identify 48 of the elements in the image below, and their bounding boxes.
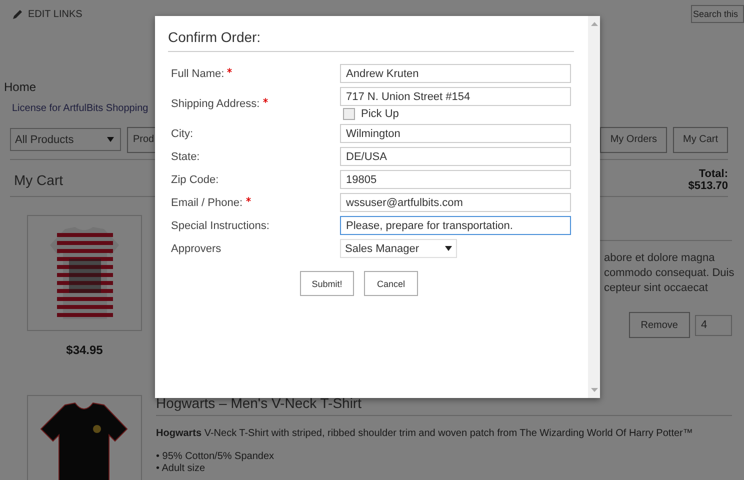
- feature-text: • Adult size: [156, 463, 206, 475]
- caret-icon: [107, 137, 114, 142]
- text-field[interactable]: wssuser@artfulbits.com: [340, 193, 571, 212]
- description-text: cepteur sint occaecat: [604, 281, 709, 296]
- required-asterisk-icon: [227, 68, 232, 72]
- approvers-dropdown[interactable]: Sales Manager: [340, 239, 457, 258]
- total-amount: $513.70: [688, 180, 728, 192]
- cart-title: My Cart: [14, 172, 63, 188]
- search-field[interactable]: Search this: [691, 5, 744, 23]
- field-label: Full Name:: [171, 64, 340, 84]
- feature-text: • 95% Cotton/5% Spandex: [156, 451, 276, 463]
- dialog-button[interactable]: Submit!: [300, 271, 354, 296]
- product-description: Hogwarts V-Neck T-Shirt with striped, ribbed shoulder trim and woven patch from The Wizarding World Of Harry Potter™: [156, 428, 694, 439]
- edit-links-link[interactable]: EDIT LINKS: [28, 8, 82, 20]
- toolbar-button[interactable]: My Cart: [673, 126, 728, 152]
- pencil-icon: [12, 8, 23, 20]
- category-dropdown[interactable]: All Products: [10, 128, 121, 151]
- text-field[interactable]: DE/USA: [340, 147, 571, 166]
- field-label: Approvers: [171, 242, 222, 256]
- product-title: Hogwarts – Men's V-Neck T-Shirt: [156, 395, 362, 413]
- scrollbar[interactable]: [588, 16, 600, 398]
- text-field[interactable]: Wilmington: [340, 124, 571, 143]
- field-label: State:: [171, 150, 201, 164]
- text-field[interactable]: 717 N. Union Street #154: [340, 87, 571, 106]
- checkbox[interactable]: [343, 108, 355, 120]
- item-price: $34.95: [65, 343, 104, 357]
- remove-button[interactable]: Remove: [628, 312, 690, 338]
- field-label: Email / Phone:: [171, 192, 340, 212]
- scroll-up-icon[interactable]: [590, 22, 598, 26]
- text-field[interactable]: 19805: [340, 170, 571, 189]
- description-text: abore et dolore magna: [604, 251, 716, 266]
- dialog-button[interactable]: Cancel: [364, 271, 418, 296]
- toolbar-button[interactable]: My Orders: [600, 126, 667, 152]
- scroll-down-icon[interactable]: [590, 388, 598, 392]
- field-label: City:: [171, 126, 194, 142]
- quantity-field[interactable]: 4: [695, 314, 732, 336]
- field-label: Zip Code:: [171, 172, 220, 188]
- text-field[interactable]: Please, prepare for transportation.: [340, 216, 571, 235]
- dialog-title: Confirm Order:: [168, 29, 574, 52]
- description-text: commodo consequat. Duis: [604, 266, 732, 281]
- field-label: Shipping Address:: [171, 94, 340, 114]
- total-label: Total:: [698, 168, 728, 180]
- field-label: Special Instructions:: [171, 218, 270, 234]
- checkbox-label[interactable]: Pick Up: [361, 108, 399, 120]
- required-asterisk-icon: [262, 98, 268, 102]
- caret-icon: [445, 246, 452, 251]
- required-asterisk-icon: [246, 196, 251, 202]
- text-field[interactable]: Andrew Kruten: [340, 64, 571, 83]
